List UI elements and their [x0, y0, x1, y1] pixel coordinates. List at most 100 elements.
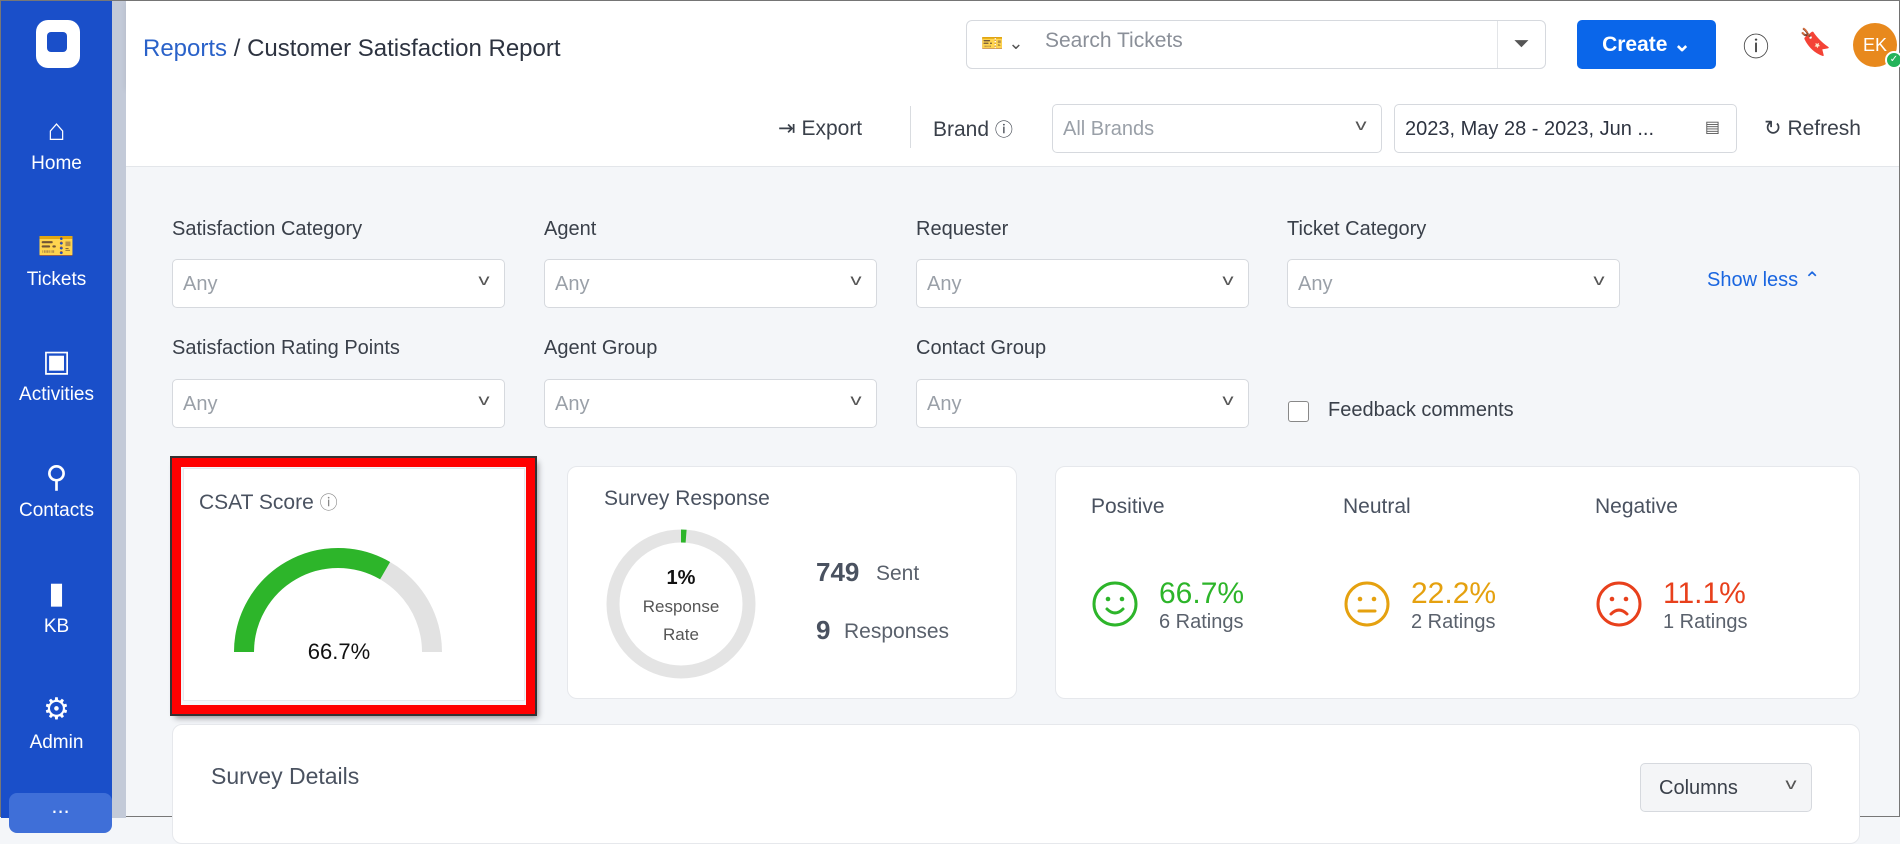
filter-select[interactable]: Any v [172, 259, 505, 308]
info-icon: ⓘ [994, 120, 1013, 140]
bookmark-icon[interactable]: 🔖 [1799, 27, 1831, 58]
sentiment-stat: 22.2% 2 Ratings [1411, 577, 1496, 634]
filter-value: Any [555, 273, 590, 295]
chevron-down-icon: v [478, 392, 490, 409]
survey-details-card: Survey Details Columns v [172, 724, 1860, 844]
chevron-down-icon: v [850, 392, 862, 409]
csat-value: 66.7% [307, 639, 371, 664]
sidebar-item-activities[interactable]: ▣ Activities [1, 340, 112, 406]
sentiment-stat: 11.1% 1 Ratings [1663, 577, 1748, 634]
filter-icon[interactable]: ⏷ [1497, 21, 1545, 68]
sent-label: Sent [876, 562, 920, 585]
avatar[interactable]: EK ✓ [1853, 23, 1900, 69]
sidebar-item-tickets[interactable]: 🎫 Tickets [1, 225, 112, 291]
create-button[interactable]: Create ⌄ [1577, 20, 1716, 69]
calendar-icon: ▤ [1704, 119, 1720, 136]
chevron-down-icon: v [850, 272, 862, 289]
date-range-value: 2023, May 28 - 2023, Jun ... [1405, 118, 1655, 140]
filter-value: Any [1298, 273, 1333, 295]
sentiment-percent: 66.7% [1159, 577, 1245, 610]
export-button[interactable]: ⇥ Export [778, 116, 862, 141]
sentiment-ratings: 6 Ratings [1159, 611, 1244, 633]
sentiment-ratings: 1 Ratings [1663, 611, 1748, 633]
filter-select[interactable]: Any v [916, 259, 1249, 308]
breadcrumb-reports-link[interactable]: Reports [143, 35, 227, 62]
brand-value: All Brands [1063, 118, 1155, 140]
filter-value: Any [183, 273, 218, 295]
csat-gauge [234, 548, 442, 653]
filter-label: Contact Group [916, 337, 1047, 359]
sad-face-icon [1596, 581, 1642, 627]
filter-select[interactable]: Any v [172, 379, 505, 428]
search-input[interactable] [1045, 29, 1445, 53]
response-rate-label: Rate [663, 625, 699, 644]
feedback-comments-checkbox[interactable] [1288, 401, 1309, 422]
toolbar: ⇥ Export Brand ⓘ All Brands v 2023, May 2… [126, 88, 1899, 167]
filter-value: Any [927, 393, 962, 415]
filter-select[interactable]: Any v [1287, 259, 1620, 308]
gauge-fill [234, 548, 391, 653]
chevron-down-icon: v [1222, 272, 1234, 289]
neutral-face-icon [1344, 581, 1390, 627]
filter-label: Satisfaction Category [172, 218, 363, 240]
sidebar-item-label: Home [31, 153, 82, 174]
brand-text: Brand [933, 118, 990, 141]
sidebar-item-label: Contacts [19, 500, 94, 521]
divider [910, 106, 911, 148]
sentiment-card: Positive 66.7% 6 Ratings Neutral 22.2% 2 Ra… [1055, 466, 1860, 699]
app-logo[interactable] [36, 20, 80, 68]
filter-select[interactable]: Any v [916, 379, 1249, 428]
sidebar-item-label: KB [43, 616, 70, 637]
survey-response-card: Survey Response 1% Response Rate 749 Sen… [567, 466, 1017, 699]
sentiment-percent: 22.2% [1411, 577, 1497, 610]
calendar-check-icon: ▣ [42, 345, 71, 378]
refresh-button[interactable]: ↻ Refresh [1764, 116, 1861, 141]
filter-label: Ticket Category [1287, 218, 1427, 240]
breadcrumb-separator: / [233, 35, 241, 62]
refresh-label: Refresh [1787, 117, 1861, 140]
gear-icon: ⚙ [43, 693, 70, 726]
feedback-comments-label: Feedback comments [1328, 399, 1514, 421]
show-less-label: Show less [1707, 269, 1799, 291]
export-icon: ⇥ [778, 117, 796, 140]
sidebar-item-label: Activities [19, 384, 94, 405]
user-icon: ⚲ [45, 461, 68, 494]
filter-select[interactable]: Any v [544, 259, 877, 308]
search-box: 🎫 ⌄ ⏷ [966, 20, 1546, 69]
sent-count: 749 [816, 557, 860, 587]
filter-value: Any [555, 393, 590, 415]
sidebar-item-kb[interactable]: ▮ KB [1, 572, 112, 638]
sentiment-label: Positive [1091, 495, 1165, 518]
sidebar-item-label: Tickets [26, 269, 87, 290]
columns-button[interactable]: Columns v [1640, 763, 1812, 812]
response-rate-value: 1% [666, 567, 696, 589]
smile-icon [1092, 581, 1138, 627]
filter-label: Agent Group [544, 337, 658, 359]
ticket-icon: 🎫 [37, 230, 76, 263]
response-rate-label: Response [642, 597, 720, 616]
sidebar-scrollbar[interactable] [112, 1, 126, 818]
date-range-picker[interactable]: 2023, May 28 - 2023, Jun ... ▤ [1394, 104, 1737, 153]
filter-value: Any [927, 273, 962, 295]
page-title: Customer Satisfaction Report [247, 35, 561, 62]
chevron-down-icon: v [1355, 117, 1367, 134]
sidebar-item-home[interactable]: ⌂ Home [1, 109, 112, 175]
sidebar-item-contacts[interactable]: ⚲ Contacts [1, 456, 112, 522]
sentiment-label: Negative [1595, 495, 1678, 518]
filter-value: Any [183, 393, 218, 415]
ticket-type-dropdown[interactable]: 🎫 ⌄ [981, 33, 1024, 54]
chevron-down-icon: v [1593, 272, 1605, 289]
header: Reports / Customer Satisfaction Report 🎫… [126, 1, 1900, 88]
online-check-icon: ✓ [1885, 51, 1900, 69]
help-icon[interactable]: ⓘ [1743, 27, 1769, 64]
brand-select[interactable]: All Brands v [1052, 104, 1382, 153]
more-button[interactable]: ... [9, 793, 112, 833]
filter-select[interactable]: Any v [544, 379, 877, 428]
refresh-icon: ↻ [1764, 117, 1782, 140]
sidebar-item-admin[interactable]: ⚙ Admin [1, 688, 112, 754]
create-label: Create [1602, 33, 1668, 56]
sidebar: ⌂ Home 🎫 Tickets ▣ Activities ⚲ Contacts ▮ KB… [1, 1, 112, 833]
columns-label: Columns [1659, 777, 1738, 799]
show-less-button[interactable]: Show less ⌃ [1707, 267, 1820, 292]
responses-count: 9 [816, 615, 831, 645]
